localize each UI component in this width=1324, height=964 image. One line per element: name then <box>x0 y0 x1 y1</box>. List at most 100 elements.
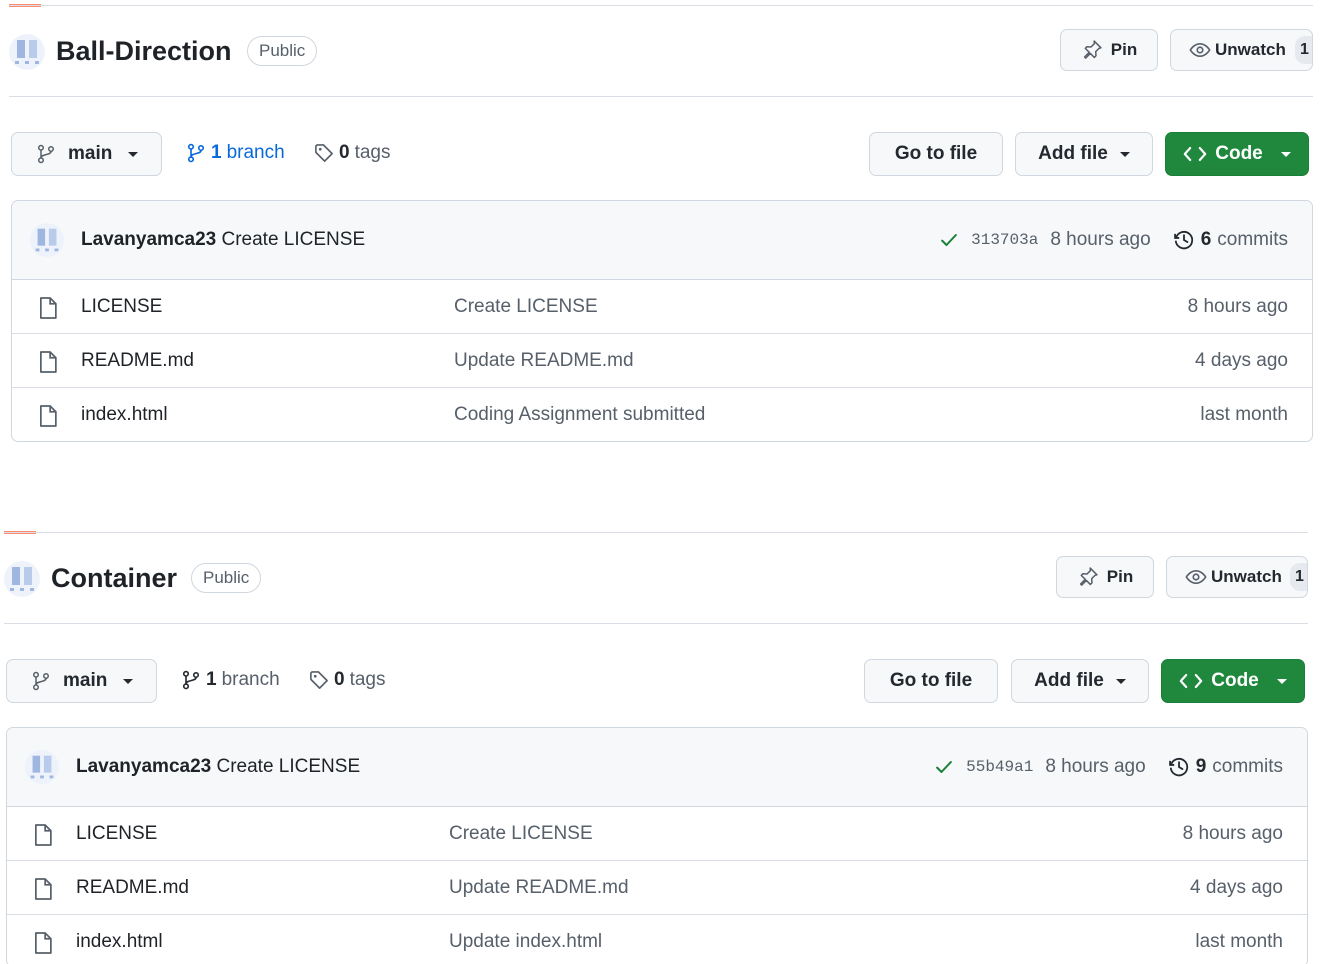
code-icon <box>1179 673 1203 689</box>
commit-sha-link[interactable]: 313703a <box>971 231 1038 249</box>
add-file-button[interactable]: Add file <box>1015 132 1153 176</box>
commits-history-link[interactable]: 9 commits <box>1168 756 1283 778</box>
branches-link[interactable]: 1 branch <box>181 669 280 691</box>
file-age: 4 days ago <box>1195 350 1288 371</box>
file-age: last month <box>1195 931 1283 952</box>
file-commit-message-link[interactable]: Update README.md <box>454 350 634 372</box>
watch-count: 1 <box>1295 36 1312 64</box>
chevron-down-icon <box>1119 151 1130 157</box>
file-icon <box>35 824 52 846</box>
tag-icon <box>315 144 333 162</box>
tag-icon <box>310 671 328 689</box>
file-name-link[interactable]: README.md <box>81 350 194 372</box>
latest-commit-bar: Lavanyamca23 Create LICENSE 313703a 8 ho… <box>12 201 1312 280</box>
file-name-link[interactable]: LICENSE <box>76 823 157 845</box>
tags-link[interactable]: 0 tags <box>314 142 391 164</box>
file-icon <box>35 878 52 900</box>
code-icon <box>1183 146 1207 162</box>
tags-count: 0 <box>339 142 350 163</box>
commit-author-link[interactable]: Lavanyamca23 <box>76 756 211 777</box>
go-to-file-button[interactable]: Go to file <box>869 132 1003 176</box>
branch-selector[interactable]: main <box>6 659 157 703</box>
commit-message-link[interactable]: Create LICENSE <box>222 229 366 250</box>
go-to-file-button[interactable]: Go to file <box>864 659 998 703</box>
visibility-badge: Public <box>191 563 262 593</box>
pin-button[interactable]: Pin <box>1060 29 1158 71</box>
git-branch-icon <box>38 144 54 164</box>
repo-header: Ball-Direction Public Pin Unwatch 1 <box>9 26 1313 78</box>
commit-author-avatar[interactable] <box>30 223 64 257</box>
visibility-badge: Public <box>247 36 318 66</box>
file-list: Lavanyamca23 Create LICENSE 55b49a1 8 ho… <box>6 727 1308 964</box>
pin-label: Pin <box>1106 567 1134 586</box>
file-commit-message-link[interactable]: Create LICENSE <box>454 296 598 318</box>
commit-author-link[interactable]: Lavanyamca23 <box>81 229 216 250</box>
chevron-down-icon <box>1280 151 1291 157</box>
file-row[interactable]: index.html Update index.html last month <box>7 915 1307 964</box>
file-age: 8 hours ago <box>1187 296 1288 317</box>
file-name-link[interactable]: index.html <box>76 931 163 953</box>
commits-label: commits <box>1217 229 1288 250</box>
check-icon <box>936 761 952 773</box>
owner-avatar[interactable] <box>4 561 40 597</box>
unwatch-button[interactable]: Unwatch 1 <box>1166 556 1308 598</box>
repo-toolbar: main 1 branch 0 tags Go to file Add file… <box>9 130 1313 180</box>
repo-header: Container Public Pin Unwatch 1 <box>4 553 1308 605</box>
code-button[interactable]: Code <box>1165 132 1309 176</box>
file-commit-message-link[interactable]: Create LICENSE <box>449 823 593 845</box>
file-row[interactable]: README.md Update README.md 4 days ago <box>12 334 1312 388</box>
commit-time: 8 hours ago <box>1050 229 1151 250</box>
commit-time: 8 hours ago <box>1045 756 1146 777</box>
history-icon <box>1168 758 1188 777</box>
code-button[interactable]: Code <box>1161 659 1305 703</box>
repo-name-link[interactable]: Ball-Direction <box>56 36 232 67</box>
file-row[interactable]: LICENSE Create LICENSE 8 hours ago <box>7 807 1307 861</box>
file-icon <box>40 297 57 319</box>
commit-author-avatar[interactable] <box>25 750 59 784</box>
repo-name-link[interactable]: Container <box>51 563 177 594</box>
check-icon <box>941 234 957 246</box>
commit-message-link[interactable]: Create LICENSE <box>217 756 361 777</box>
file-row[interactable]: index.html Coding Assignment submitted l… <box>12 388 1312 441</box>
tags-link[interactable]: 0 tags <box>309 669 386 691</box>
branches-count: 1 <box>206 669 217 690</box>
file-icon <box>40 351 57 373</box>
file-commit-message-link[interactable]: Update README.md <box>449 877 629 899</box>
file-row[interactable]: LICENSE Create LICENSE 8 hours ago <box>12 280 1312 334</box>
chevron-down-icon <box>1276 678 1287 684</box>
file-name-link[interactable]: LICENSE <box>81 296 162 318</box>
code-label: Code <box>1211 670 1259 691</box>
owner-avatar[interactable] <box>9 34 45 70</box>
branch-name: main <box>63 670 108 691</box>
tags-label: tags <box>354 142 391 163</box>
add-file-label: Add file <box>1034 670 1104 691</box>
tags-label: tags <box>349 669 386 690</box>
git-branch-icon <box>187 143 205 163</box>
file-age: 8 hours ago <box>1182 823 1283 844</box>
file-commit-message-link[interactable]: Update index.html <box>449 931 602 953</box>
pin-icon <box>1083 40 1102 59</box>
pin-button[interactable]: Pin <box>1056 556 1154 598</box>
branch-selector[interactable]: main <box>11 132 162 176</box>
file-row[interactable]: README.md Update README.md 4 days ago <box>7 861 1307 915</box>
branches-link[interactable]: 1 branch <box>186 142 285 164</box>
commit-summary: Lavanyamca23 Create LICENSE <box>76 756 360 778</box>
chevron-down-icon <box>128 151 139 157</box>
commits-history-link[interactable]: 6 commits <box>1173 229 1288 251</box>
add-file-button[interactable]: Add file <box>1011 659 1149 703</box>
top-divider <box>4 532 1308 533</box>
unwatch-label: Unwatch <box>1211 567 1282 586</box>
unwatch-label: Unwatch <box>1215 40 1286 59</box>
commit-sha-link[interactable]: 55b49a1 <box>966 758 1033 776</box>
commit-meta: 55b49a1 8 hours ago 9 commits <box>934 756 1283 778</box>
tags-count: 0 <box>334 669 345 690</box>
commit-summary: Lavanyamca23 Create LICENSE <box>81 229 365 251</box>
file-name-link[interactable]: README.md <box>76 877 189 899</box>
chevron-down-icon <box>123 678 134 684</box>
git-branch-icon <box>33 671 49 691</box>
file-name-link[interactable]: index.html <box>81 404 168 426</box>
unwatch-button[interactable]: Unwatch 1 <box>1170 29 1313 71</box>
file-commit-message-link[interactable]: Coding Assignment submitted <box>454 404 705 426</box>
file-icon <box>40 405 57 427</box>
history-icon <box>1173 231 1193 250</box>
